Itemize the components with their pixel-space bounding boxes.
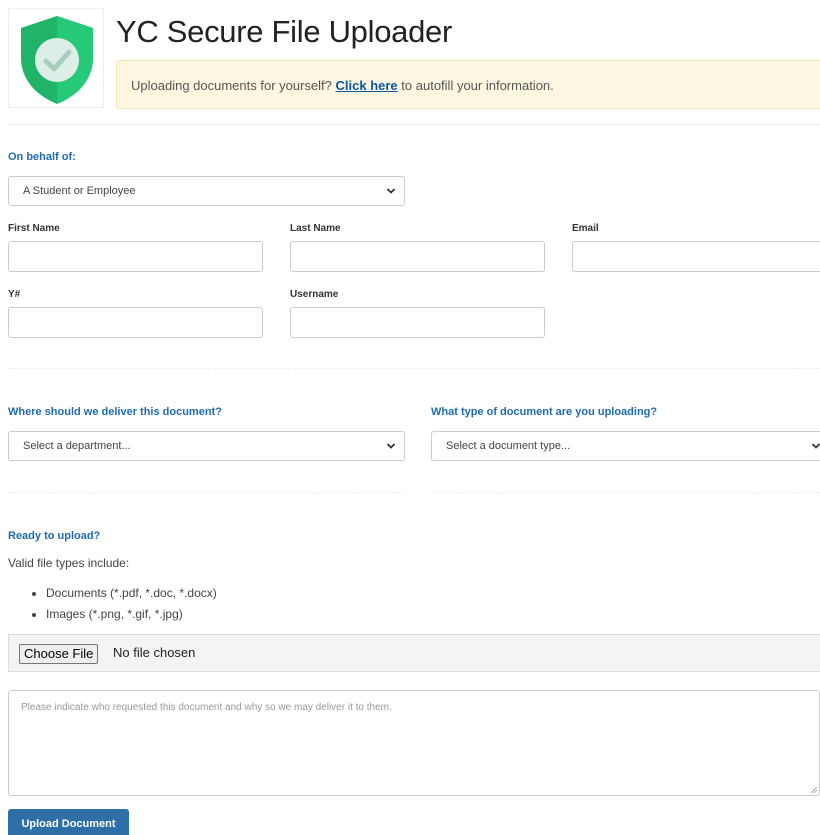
- no-file-chosen-text: No file chosen: [113, 645, 196, 660]
- doctype-selected: Select a document type...: [446, 440, 571, 452]
- logo: [8, 8, 104, 108]
- username-label: Username: [290, 289, 339, 300]
- notice-text: Uploading documents for yourself?: [131, 78, 332, 93]
- last-name-field[interactable]: [290, 241, 545, 272]
- department-selected: Select a department...: [23, 440, 131, 452]
- on-behalf-label: On behalf of:: [8, 151, 76, 163]
- department-divider: [8, 492, 405, 494]
- first-name-label: First Name: [8, 223, 60, 234]
- email-field[interactable]: [572, 241, 820, 272]
- y-number-label: Y#: [8, 289, 21, 300]
- chevron-down-icon: [386, 188, 396, 194]
- notice-suffix: to autofill your information.: [401, 78, 554, 93]
- on-behalf-select[interactable]: A Student or Employee: [8, 176, 405, 206]
- valid-types-text: Valid file types include:: [8, 556, 130, 570]
- header-divider: [8, 124, 820, 125]
- first-name-field[interactable]: [8, 241, 263, 272]
- email-label: Email: [572, 223, 599, 234]
- chevron-down-icon: [386, 443, 396, 449]
- notes-placeholder: Please indicate who requested this docum…: [21, 702, 392, 713]
- choose-file-button[interactable]: Choose File: [19, 644, 99, 664]
- notes-textarea[interactable]: Please indicate who requested this docum…: [8, 690, 820, 796]
- list-item: Images (*.png, *.gif, *.jpg): [46, 604, 217, 625]
- doctype-label: What type of document are you uploading?: [431, 406, 658, 418]
- chevron-down-icon: [811, 443, 820, 449]
- upload-document-button[interactable]: Upload Document: [8, 809, 129, 835]
- doctype-select[interactable]: Select a document type...: [431, 431, 820, 461]
- username-field[interactable]: [290, 307, 545, 338]
- last-name-label: Last Name: [290, 223, 341, 234]
- file-types-list: Documents (*.pdf, *.doc, *.docx) Images …: [8, 583, 217, 625]
- file-input: Choose File No file chosen: [8, 634, 820, 672]
- page-title: YC Secure File Uploader: [116, 14, 452, 49]
- ready-to-upload-label: Ready to upload?: [8, 530, 101, 542]
- autofill-link[interactable]: Click here: [336, 78, 398, 93]
- department-select[interactable]: Select a department...: [8, 431, 405, 461]
- on-behalf-selected: A Student or Employee: [23, 185, 136, 197]
- autofill-notice: Uploading documents for yourself? Click …: [116, 60, 820, 109]
- doctype-divider: [431, 492, 820, 494]
- resize-grip-icon[interactable]: [811, 787, 817, 793]
- list-item: Documents (*.pdf, *.doc, *.docx): [46, 583, 217, 604]
- shield-check-icon: [21, 16, 93, 104]
- y-number-field[interactable]: [8, 307, 263, 338]
- secure-file-uploader-page: YC Secure File Uploader Uploading docume…: [0, 0, 820, 835]
- department-label: Where should we deliver this document?: [8, 406, 222, 418]
- section-divider: [8, 368, 820, 370]
